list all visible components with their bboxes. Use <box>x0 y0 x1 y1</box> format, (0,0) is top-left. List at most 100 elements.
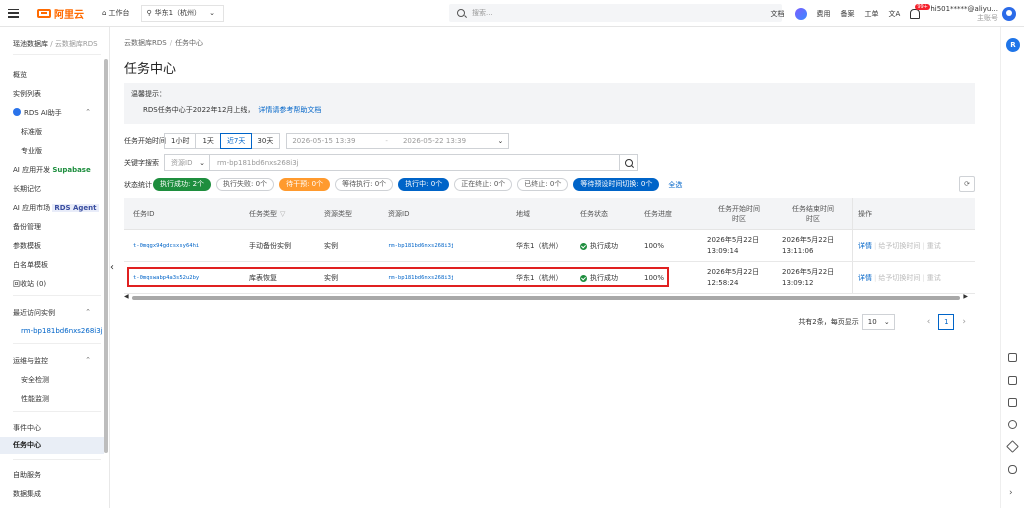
chevron-down-icon: ⌄ <box>883 318 890 326</box>
search-icon <box>457 9 465 17</box>
detail-link[interactable]: 详情 <box>858 273 872 283</box>
region-selector[interactable]: ⚲ 华东1（杭州） ⌄ <box>141 4 224 22</box>
row-highlight-box <box>127 267 669 287</box>
date-start: 2026-05-15 13:39 <box>292 137 356 145</box>
help-doc-link[interactable]: 详情请参考帮助文档 <box>258 106 321 114</box>
status-label: 状态统计 <box>124 180 152 189</box>
sidebar-item-performance[interactable]: 性能监测 <box>21 394 49 404</box>
sidebar-item-backup[interactable]: 备份管理 <box>13 222 41 232</box>
sidebar-item-overview[interactable]: 概览 <box>13 70 27 80</box>
sidebar-item-instances[interactable]: 实例列表 <box>13 89 41 99</box>
docs-link[interactable]: 文档 <box>771 9 785 19</box>
page-number[interactable]: 1 <box>938 314 955 330</box>
sidebar-item-recent-instance[interactable]: rm-bp181bd6nxs268i3j <box>21 327 103 335</box>
sidebar-item-self-service[interactable]: 自助服务 <box>13 470 41 480</box>
status-pill-intervention[interactable]: 待干预: 0个 <box>279 178 331 191</box>
document-icon[interactable] <box>1008 353 1017 362</box>
sidebar-item-task-center[interactable]: 任务中心 <box>0 437 104 454</box>
message-icon[interactable] <box>1008 398 1017 407</box>
start-time: 2026年5月22日 13:09:14 <box>707 236 760 255</box>
sidebar-item-memory[interactable]: 长期记忆 <box>13 184 41 194</box>
chevron-up-icon[interactable]: ⌃ <box>85 108 91 116</box>
prev-page-icon[interactable]: ‹ <box>927 317 931 327</box>
retry-link: 重试 <box>926 274 941 282</box>
ai-assistant-icon[interactable] <box>794 7 807 20</box>
status-pill-terminating[interactable]: 正在终止: 0个 <box>454 178 513 191</box>
scroll-right-icon[interactable]: ▶ <box>963 293 968 300</box>
divider <box>13 343 101 344</box>
cloud-icon[interactable] <box>1008 465 1017 474</box>
sidebar-crumb-rds[interactable]: 云数据库RDS <box>55 40 98 48</box>
filter-icon[interactable]: ▽ <box>280 210 285 218</box>
keyword-search-button[interactable] <box>620 154 638 171</box>
sidebar-crumb-home[interactable]: 瑶池数据库 <box>13 40 48 48</box>
sidebar-item-param-template[interactable]: 参数模板 <box>13 241 41 251</box>
keyword-input[interactable]: rm-bp181bd6nxs268i3j <box>210 154 620 171</box>
chevron-up-icon[interactable]: ⌃ <box>85 356 91 364</box>
refresh-icon[interactable]: ⟳ <box>959 176 975 192</box>
time-option-1h[interactable]: 1小时 <box>165 134 197 148</box>
top-bar: 阿里云 ⌂ 工作台 ⚲ 华东1（杭州） ⌄ 搜索... 文档 费用 备案 工单 文A … <box>0 0 1024 27</box>
page-size-select[interactable]: 10 ⌄ <box>861 314 895 330</box>
workbench-link[interactable]: ⌂ 工作台 <box>102 8 129 18</box>
sidebar-item-standard[interactable]: 标准版 <box>21 127 42 137</box>
collapse-sidebar-icon[interactable]: ‹ <box>110 260 120 276</box>
keyword-type-select[interactable]: 资源ID ⌄ <box>164 154 210 171</box>
col-task-type[interactable]: 任务类型 ▽ <box>249 198 285 230</box>
aliyun-logo[interactable]: 阿里云 <box>37 6 84 21</box>
rds-assistant-icon[interactable]: R <box>1006 38 1020 52</box>
icp-link[interactable]: 备案 <box>841 9 855 19</box>
status-pill-success[interactable]: 执行成功: 2个 <box>153 178 212 191</box>
time-option-7d[interactable]: 近7天 <box>219 133 253 149</box>
chevron-up-icon[interactable]: ⌃ <box>85 308 91 316</box>
breadcrumb-task-center: 任务中心 <box>175 39 204 47</box>
notification-button[interactable]: 99+ <box>910 3 930 19</box>
account-info[interactable]: hi501*****@aliyu... 主账号 <box>930 5 998 23</box>
breadcrumb: 云数据库RDS / 任务中心 <box>124 39 204 47</box>
global-search-input[interactable]: 搜索... <box>449 4 782 22</box>
progress: 100% <box>644 242 665 250</box>
main-content: 云数据库RDS / 任务中心 任务中心 温馨提示： RDS任务中心于2022年12月… <box>120 27 980 508</box>
expand-rail-icon[interactable]: › <box>1009 488 1013 498</box>
sidebar-item-pro[interactable]: 专业版 <box>21 146 42 156</box>
sidebar-item-security[interactable]: 安全检测 <box>21 375 49 385</box>
status-pill-scheduled-switch[interactable]: 等待预设时间切换: 0个 <box>573 178 660 191</box>
status-pill-waiting[interactable]: 等待执行: 0个 <box>335 178 394 191</box>
time-option-30d[interactable]: 30天 <box>251 134 279 148</box>
status-pill-running[interactable]: 执行中: 0个 <box>398 178 450 191</box>
sidebar-item-recycle-bin[interactable]: 回收站 (0) <box>13 279 46 289</box>
scroll-thumb[interactable] <box>132 296 960 300</box>
translate-icon[interactable]: 文A <box>889 9 901 19</box>
sidebar-item-whitelist-template[interactable]: 白名单模板 <box>13 260 48 270</box>
ticket-link[interactable]: 工单 <box>865 9 879 19</box>
status-pill-terminated[interactable]: 已终止: 0个 <box>517 178 569 191</box>
sidebar: 瑶池数据库 / 云数据库RDS 概览 实例列表 RDS AI助手 ⌃ 标准版 专… <box>0 27 110 508</box>
detail-link[interactable]: 详情 <box>858 241 872 251</box>
task-id-link[interactable]: t-0mqgx94gdcsxsy64hi <box>133 230 199 262</box>
breadcrumb-rds[interactable]: 云数据库RDS <box>124 39 167 47</box>
divider <box>13 459 101 460</box>
sidebar-item-recent[interactable]: 最近访问实例 <box>13 308 55 318</box>
horizontal-scrollbar[interactable]: ◀ ▶ <box>124 293 968 301</box>
status-pill-failed[interactable]: 执行失败: 0个 <box>216 178 275 191</box>
sidebar-item-ops[interactable]: 运维与监控 <box>13 356 48 366</box>
sidebar-scrollbar[interactable] <box>104 59 108 453</box>
grid-icon[interactable] <box>1008 376 1017 385</box>
menu-icon[interactable] <box>8 8 19 18</box>
scroll-left-icon[interactable]: ◀ <box>124 293 129 300</box>
sidebar-item-data-integration[interactable]: 数据集成 <box>13 489 41 499</box>
billing-link[interactable]: 费用 <box>817 9 831 19</box>
avatar[interactable] <box>1002 6 1016 21</box>
settings-icon[interactable] <box>1008 420 1017 429</box>
sidebar-item-events[interactable]: 事件中心 <box>13 423 41 433</box>
resource-id-link[interactable]: rm-bp181bd6nxs268i3j <box>388 230 454 262</box>
col-status: 任务状态 <box>580 210 608 218</box>
sidebar-item-ai-dev[interactable]: AI 应用开发 Supabase <box>13 165 91 175</box>
edit-icon[interactable] <box>1006 440 1019 453</box>
date-range-picker[interactable]: 2026-05-15 13:39 - 2026-05-22 13:39 ⌄ <box>286 133 510 149</box>
next-page-icon[interactable]: › <box>962 317 966 327</box>
select-all-link[interactable]: 全选 <box>668 180 682 190</box>
sidebar-item-ai-market[interactable]: AI 应用市场 RDS Agent <box>13 203 99 213</box>
time-option-1d[interactable]: 1天 <box>196 134 221 148</box>
sidebar-item-rds-ai[interactable]: RDS AI助手 <box>13 108 62 118</box>
